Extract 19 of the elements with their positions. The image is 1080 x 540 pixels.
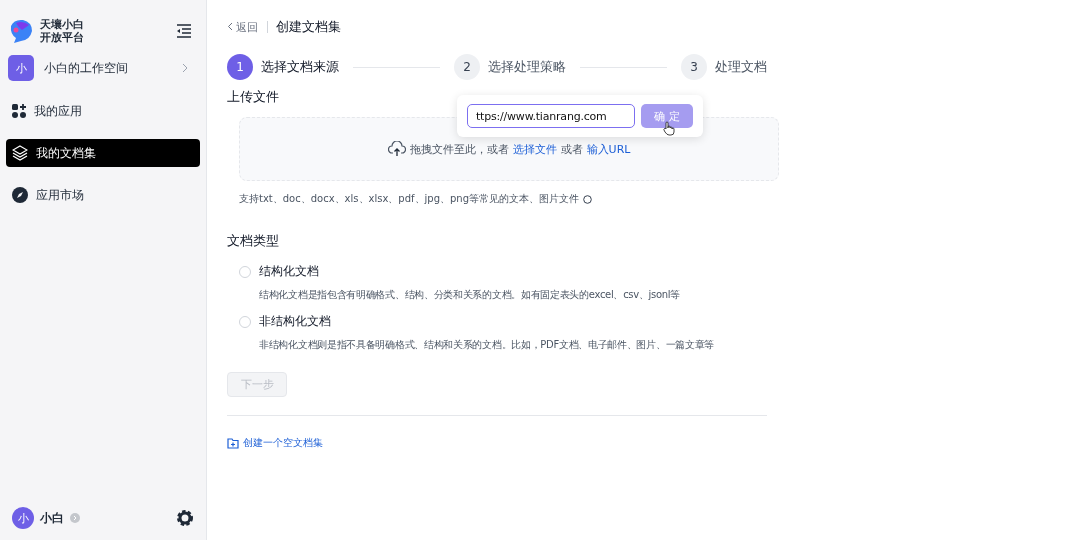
section-title: 文档类型 xyxy=(227,232,280,250)
option-label: 结构化文档 xyxy=(259,264,319,279)
workspace-avatar: 小 xyxy=(8,55,34,81)
step-label: 选择处理策略 xyxy=(488,58,566,76)
section-title: 上传文件 xyxy=(227,88,280,106)
option-label: 非结构化文档 xyxy=(259,314,331,329)
dropzone-text: 或者 xyxy=(560,141,583,157)
option-description: 非结构化文档则是指不具备明确格式、结构和关系的文档。比如，PDF文档、电子邮件、图片、一篇文章等 xyxy=(258,338,716,352)
step-label: 处理文档 xyxy=(715,58,767,76)
brand-name: 天壤小白 开放平台 xyxy=(40,18,84,44)
step-number: 3 xyxy=(681,54,707,80)
hint-text: 支持txt、doc、docx、xls、xlsx、pdf、jpg、png等常见的文本、图片文件 xyxy=(239,192,580,206)
option-description: 结构化文档是指包含有明确格式、结构、分类和关系的文档。如有固定表头的excel、csv、jsonl等 xyxy=(258,288,681,302)
step-number: 1 xyxy=(227,54,253,80)
step-label: 选择文档来源 xyxy=(261,58,339,76)
dropzone-text: 拖拽文件至此，或者 xyxy=(409,141,509,157)
user-name: 小白 xyxy=(40,509,64,527)
page-title: 创建文档集 xyxy=(275,18,341,36)
step-number: 2 xyxy=(454,54,480,80)
